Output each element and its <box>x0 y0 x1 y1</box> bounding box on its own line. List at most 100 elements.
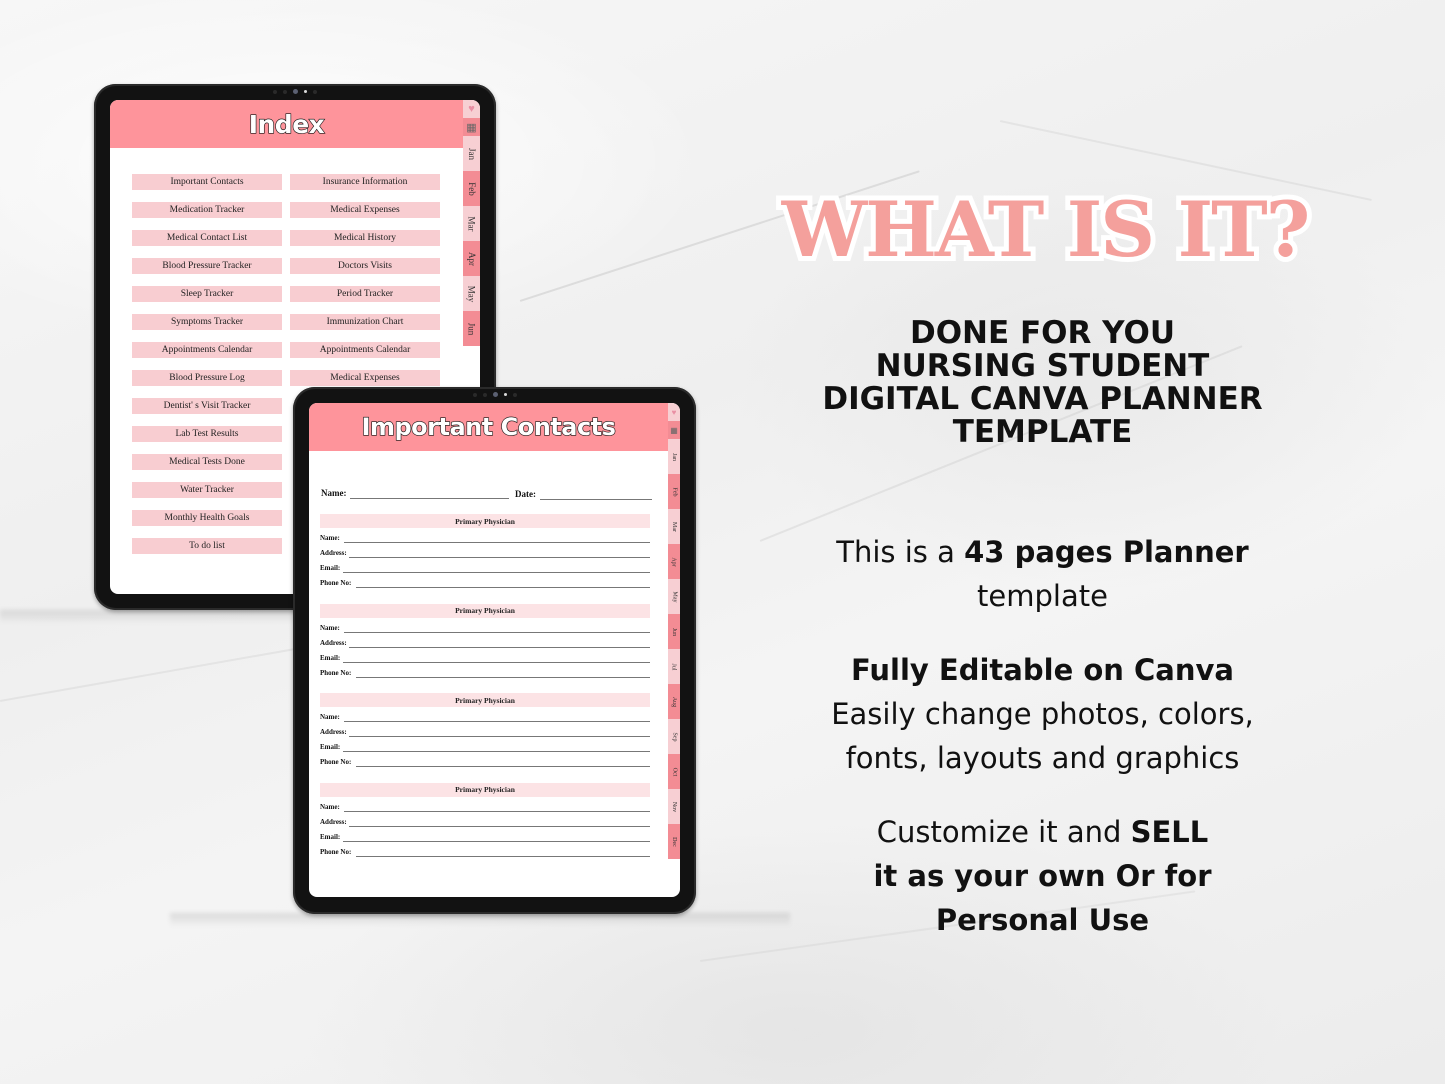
field-label: Name: <box>320 713 340 721</box>
date-input-line[interactable] <box>540 499 652 500</box>
month-tab-label: Apr <box>671 556 677 567</box>
field-label: Address: <box>320 728 347 736</box>
name-input-line[interactable] <box>350 498 509 499</box>
section-header: Primary Physician <box>320 693 650 707</box>
index-link-item[interactable]: Medical Expenses <box>290 202 440 218</box>
index-link-item[interactable]: Medical Contact List <box>132 230 282 246</box>
field-input-line[interactable] <box>343 840 650 842</box>
field-input-line[interactable] <box>343 751 650 752</box>
index-link-item[interactable]: Symptoms Tracker <box>132 314 282 330</box>
calendar-icon-tab[interactable]: ▦ <box>463 118 480 136</box>
index-link-item[interactable]: Blood Pressure Log <box>132 370 282 386</box>
month-tab-label: Mar <box>466 216 477 231</box>
index-link-item[interactable]: Monthly Health Goals <box>132 510 282 526</box>
index-link-item[interactable]: Medical Expenses <box>290 370 440 386</box>
month-tab[interactable]: Aug <box>668 684 680 719</box>
calendar-icon-tab[interactable]: ▦ <box>668 421 680 439</box>
field-input-line[interactable] <box>349 825 650 827</box>
month-tab[interactable]: Jul <box>668 649 680 684</box>
contacts-header: Important Contacts <box>309 403 668 451</box>
heart-icon-tab[interactable]: ♥ <box>463 100 480 118</box>
index-link-item[interactable]: Dentist' s Visit Tracker <box>132 398 282 414</box>
field-label: Phone No: <box>320 847 352 856</box>
index-link-item[interactable]: Period Tracker <box>290 286 440 302</box>
index-link-item[interactable]: Medical Tests Done <box>132 454 282 470</box>
product-title-line: DONE FOR YOU <box>909 315 1176 351</box>
shelf-shadow <box>170 913 790 927</box>
editable-bold: Fully Editable on Canva <box>851 653 1234 687</box>
product-title-line: NURSING STUDENT <box>875 348 1210 384</box>
field-input-line[interactable] <box>343 572 650 573</box>
field-label: Address: <box>320 549 347 557</box>
heart-icon-tab[interactable]: ♥ <box>668 403 680 421</box>
month-tab[interactable]: Apr <box>463 241 480 276</box>
field-label: Email: <box>320 832 341 841</box>
field-input-line[interactable] <box>356 766 650 767</box>
index-link-item[interactable]: Appointments Calendar <box>132 342 282 358</box>
month-tab[interactable]: Apr <box>668 544 680 579</box>
field-input-line[interactable] <box>349 557 650 558</box>
shelf-shadow <box>0 610 300 624</box>
section-header: Primary Physician <box>320 603 650 618</box>
index-link-item[interactable]: Water Tracker <box>132 482 282 498</box>
month-tab[interactable]: Dec <box>668 824 680 859</box>
contacts-side-tabs: ♥ ▦ Jan Feb Mar Apr May Jun Jul Aug Sep Oct Nov Dec <box>668 403 680 859</box>
tablet-camera <box>273 89 317 94</box>
index-link-item[interactable]: Sleep Tracker <box>132 286 282 302</box>
index-link-item[interactable]: Medical History <box>290 230 440 246</box>
field-label: Phone No: <box>320 579 352 587</box>
field-input-line[interactable] <box>344 542 650 543</box>
field-input-line[interactable] <box>356 676 650 678</box>
month-tab[interactable]: Feb <box>463 171 480 206</box>
month-tab-label: Jun <box>466 322 477 335</box>
contacts-screen: Important Contacts ♥ ▦ Jan Feb Mar Apr May Jun J… <box>309 403 680 897</box>
month-tab-label: Oct <box>670 767 677 776</box>
field-input-line[interactable] <box>344 810 650 812</box>
month-tab[interactable]: May <box>668 579 680 614</box>
contacts-title: Important Contacts <box>361 412 617 441</box>
month-tab[interactable]: Mar <box>668 509 680 544</box>
field-label: Email: <box>320 564 341 572</box>
index-link-item[interactable]: Insurance Information <box>290 174 440 190</box>
month-tab[interactable]: Jan <box>463 136 480 171</box>
month-tab-label: Apr <box>466 251 477 266</box>
index-link-item[interactable]: To do list <box>132 538 282 554</box>
month-tab[interactable]: May <box>463 276 480 311</box>
field-label: Phone No: <box>320 758 352 766</box>
month-tab[interactable]: Jun <box>463 311 480 346</box>
index-link-item[interactable]: Doctors Visits <box>290 258 440 274</box>
month-tab[interactable]: Sep <box>668 719 680 754</box>
month-tab[interactable]: Jan <box>668 439 680 474</box>
field-input-line[interactable] <box>344 721 650 722</box>
field-input-line[interactable] <box>349 736 650 737</box>
sell-bold: SELL <box>1130 815 1209 849</box>
index-link-item[interactable]: Appointments Calendar <box>290 342 440 358</box>
month-tab-label: May <box>671 591 677 602</box>
section-header: Primary Physician <box>320 782 650 797</box>
index-title: Index <box>248 109 325 139</box>
month-tab[interactable]: Mar <box>463 206 480 241</box>
field-label: Name: <box>320 802 340 811</box>
month-tab[interactable]: Jun <box>668 614 680 649</box>
index-link-item[interactable]: Immunization Chart <box>290 314 440 330</box>
index-link-item[interactable]: Important Contacts <box>132 174 282 190</box>
field-label: Email: <box>320 743 341 751</box>
index-side-tabs: ♥ ▦ Jan Feb Mar Apr May Jun <box>463 100 480 346</box>
field-input-line[interactable] <box>344 631 650 633</box>
index-link-item[interactable]: Medication Tracker <box>132 202 282 218</box>
month-tab[interactable]: Nov <box>668 789 680 824</box>
field-input-line[interactable] <box>356 855 650 857</box>
field-label: Phone No: <box>320 668 352 677</box>
month-tab[interactable]: Oct <box>668 754 680 789</box>
index-link-item[interactable]: Blood Pressure Tracker <box>132 258 282 274</box>
field-input-line[interactable] <box>356 587 650 588</box>
field-input-line[interactable] <box>343 661 650 663</box>
field-label: Name: <box>320 623 340 632</box>
product-title-line: TEMPLATE <box>952 414 1133 450</box>
month-tab[interactable]: Feb <box>668 474 680 509</box>
index-link-item[interactable]: Lab Test Results <box>132 426 282 442</box>
field-label: Email: <box>320 653 341 662</box>
field-input-line[interactable] <box>349 646 650 648</box>
month-tab-label: Sep <box>671 732 677 741</box>
month-tab-label: May <box>466 285 477 302</box>
